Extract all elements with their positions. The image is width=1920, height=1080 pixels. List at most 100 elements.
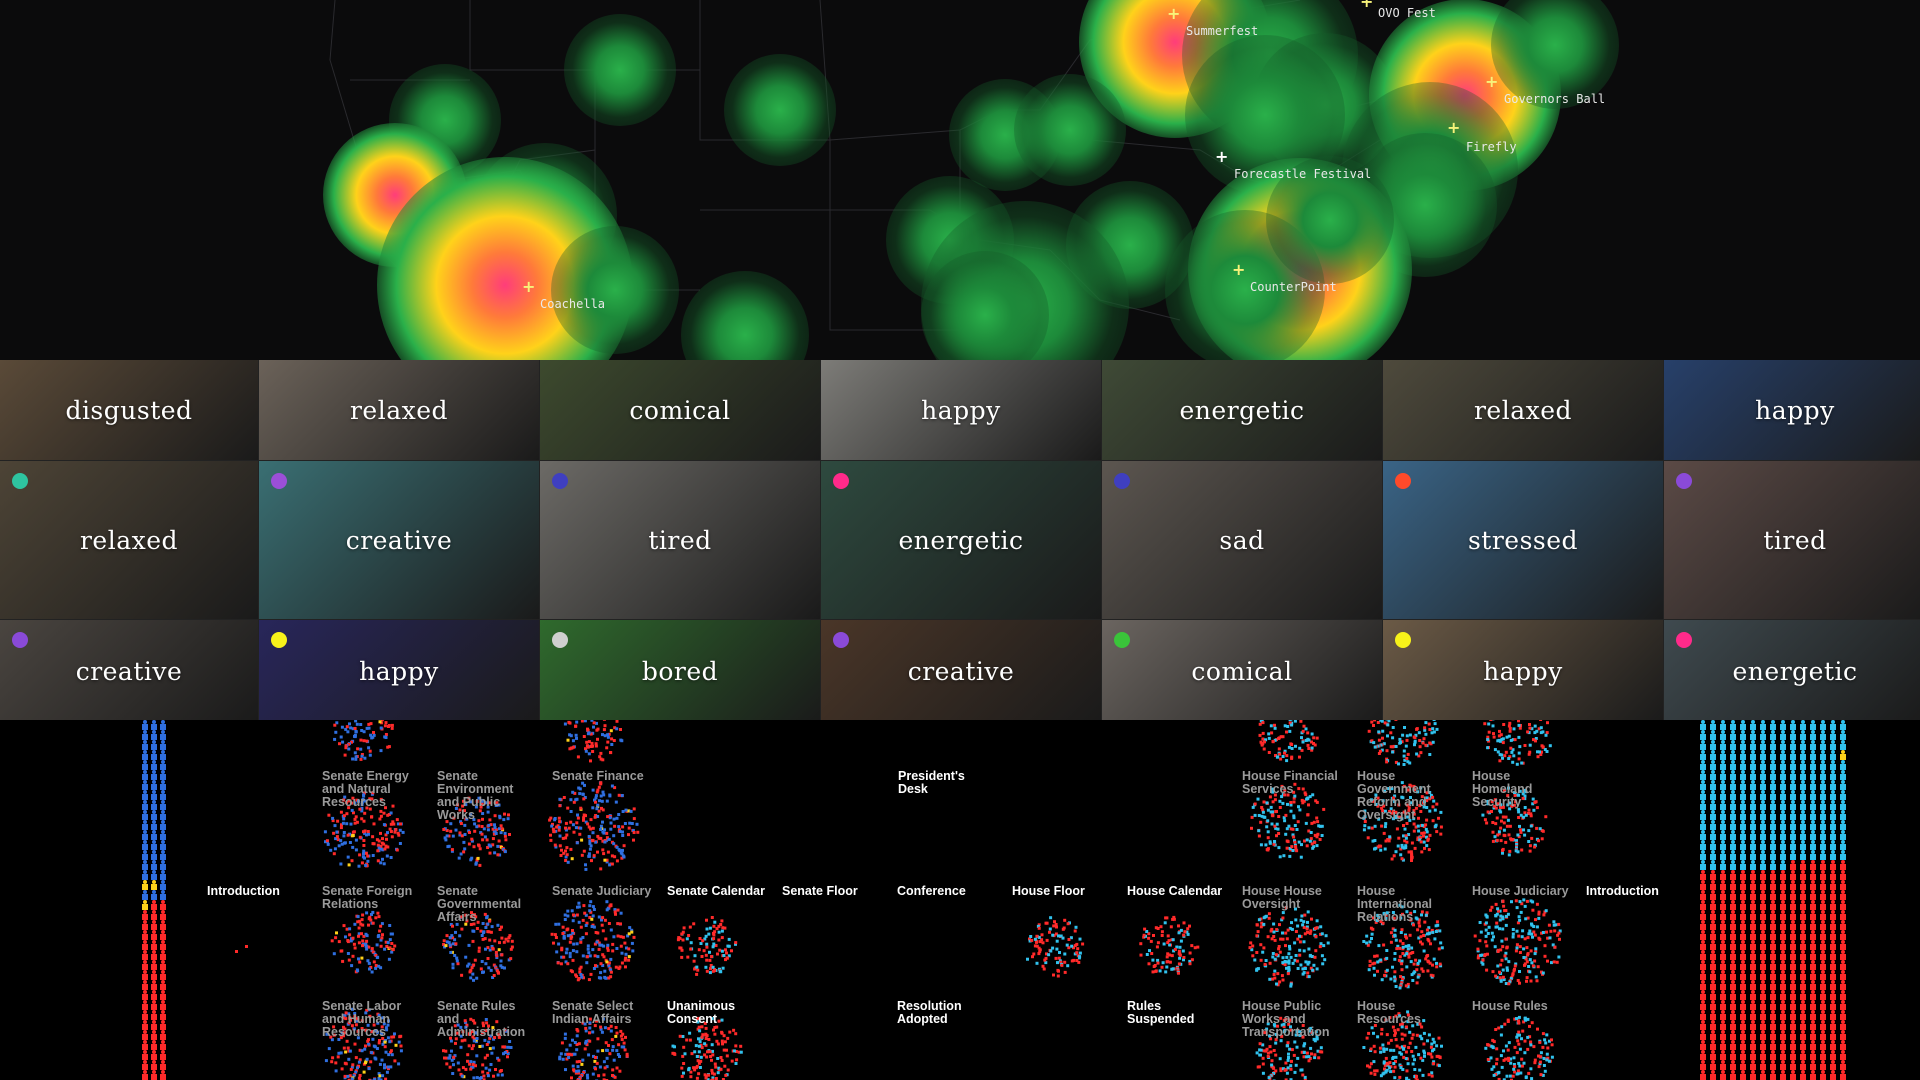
bill-dot	[353, 821, 357, 825]
bill-dot	[1513, 1070, 1517, 1074]
bill-dot	[698, 1029, 702, 1033]
bill-dot	[579, 806, 583, 810]
bill-dot	[346, 939, 350, 942]
video-tile[interactable]: energetic	[1664, 620, 1920, 722]
bill-dot	[1479, 953, 1483, 957]
bill-dot	[359, 747, 363, 751]
festival-marker-icon[interactable]: +	[1485, 74, 1498, 90]
bill-dot	[1517, 810, 1521, 814]
bill-dot	[596, 1037, 600, 1041]
bill-dot	[1314, 935, 1318, 938]
bill-dot	[1160, 934, 1164, 937]
bill-dot	[366, 959, 370, 963]
bill-dot	[713, 930, 717, 934]
bill-dot	[1491, 830, 1495, 834]
bill-dot	[1485, 944, 1489, 948]
bill-dot	[1537, 936, 1541, 940]
bill-dot	[1499, 963, 1503, 967]
bill-dot	[1544, 815, 1548, 819]
bill-dot	[575, 841, 579, 845]
bill-dot	[339, 826, 343, 830]
bill-dot	[693, 954, 697, 958]
video-tile[interactable]: bored	[540, 620, 820, 722]
bill-dot	[619, 922, 622, 926]
bill-dot	[553, 933, 557, 937]
bill-dot	[1417, 829, 1421, 833]
bill-dot	[1286, 1058, 1290, 1062]
video-tile[interactable]: creative	[821, 620, 1101, 722]
video-tile[interactable]: relaxed	[259, 360, 539, 460]
bill-dot	[1404, 836, 1408, 840]
bill-dot	[1391, 726, 1395, 729]
video-tile[interactable]: happy	[821, 360, 1101, 460]
bill-dot	[1380, 1032, 1384, 1036]
bill-dot	[1285, 827, 1289, 831]
bill-dot	[466, 1059, 469, 1063]
bill-dot	[1386, 734, 1389, 738]
video-tile[interactable]: creative	[259, 461, 539, 619]
video-tile[interactable]: relaxed	[1383, 360, 1663, 460]
video-tile[interactable]: happy	[1383, 620, 1663, 722]
bill-dot	[469, 976, 473, 980]
bill-dot	[601, 1049, 605, 1053]
festival-marker-icon[interactable]: +	[1232, 262, 1245, 278]
video-tile[interactable]: happy	[1664, 360, 1920, 460]
bill-dot	[1035, 934, 1039, 938]
bill-dot	[1424, 827, 1428, 831]
video-tile[interactable]: tired	[1664, 461, 1920, 619]
bill-dot	[1518, 726, 1522, 730]
bill-dot	[1484, 940, 1488, 944]
bill-dot	[1513, 1045, 1517, 1049]
video-tile[interactable]: tired	[540, 461, 820, 619]
bill-dot	[1307, 960, 1311, 964]
bill-dot	[1375, 954, 1379, 958]
bill-dot	[1056, 961, 1059, 965]
bill-dot	[1035, 961, 1039, 965]
mood-label: creative	[907, 656, 1015, 686]
bill-dot	[455, 959, 459, 963]
bill-dot	[470, 837, 474, 841]
bill-dot	[576, 816, 580, 820]
bill-dot	[1389, 1048, 1393, 1052]
bill-dot	[586, 947, 590, 951]
video-tile[interactable]: happy	[259, 620, 539, 722]
bill-dot	[1510, 900, 1513, 904]
committee-label: Senate Labor and Human Resources	[322, 999, 402, 1039]
bill-dot	[1385, 1047, 1389, 1051]
bill-dot	[1372, 1031, 1375, 1035]
video-tile[interactable]: comical	[540, 360, 820, 460]
bill-dot	[1501, 945, 1505, 949]
video-tile[interactable]: disgusted	[0, 360, 258, 460]
bill-dot	[1261, 810, 1265, 814]
committee-label: House Floor	[1012, 884, 1085, 898]
festival-marker-icon[interactable]: +	[1215, 149, 1228, 165]
bill-dot	[1311, 846, 1315, 850]
festival-label: Firefly	[1466, 140, 1517, 154]
video-tile[interactable]: energetic	[1102, 360, 1382, 460]
bill-dot	[1526, 936, 1530, 940]
bill-dot	[1276, 972, 1280, 976]
video-tile[interactable]: energetic	[821, 461, 1101, 619]
bill-dot	[1540, 837, 1544, 841]
bill-dot	[1148, 949, 1151, 953]
bill-dot	[1517, 1030, 1521, 1034]
bill-dot	[1285, 730, 1288, 734]
bill-dot	[1436, 923, 1440, 927]
video-tile[interactable]: stressed	[1383, 461, 1663, 619]
festival-marker-icon[interactable]: +	[1167, 6, 1180, 22]
bill-dot	[1535, 979, 1539, 983]
bill-dot	[1431, 930, 1435, 934]
video-tile[interactable]: creative	[0, 620, 258, 722]
bill-dot	[1511, 928, 1515, 931]
festival-marker-icon[interactable]: +	[522, 279, 535, 295]
video-tile[interactable]: relaxed	[0, 461, 258, 619]
video-tile[interactable]: sad	[1102, 461, 1382, 619]
bill-dot	[1528, 970, 1532, 974]
video-tile[interactable]: comical	[1102, 620, 1382, 722]
festival-marker-icon[interactable]: +	[1360, 0, 1373, 10]
bill-dot	[620, 794, 624, 797]
bill-dot	[1534, 947, 1538, 951]
bill-dot	[1413, 739, 1417, 743]
bill-dot	[609, 903, 613, 907]
festival-marker-icon[interactable]: +	[1447, 120, 1460, 136]
